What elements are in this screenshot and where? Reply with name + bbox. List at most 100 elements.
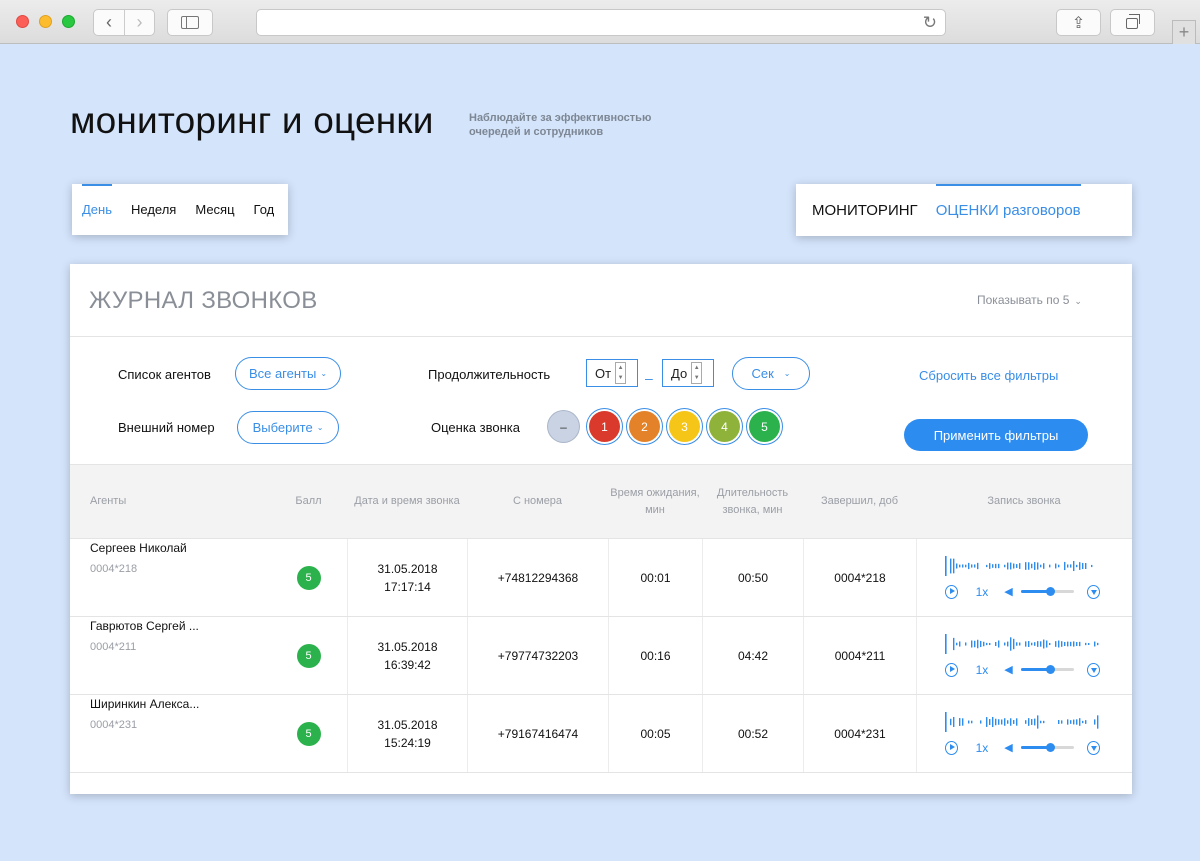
- address-bar[interactable]: ↻: [256, 9, 946, 36]
- filters-panel: Список агентов Все агенты ⌄ Продолжительн…: [70, 337, 1132, 464]
- period-switcher: День Неделя Месяц Год: [72, 184, 288, 235]
- download-icon[interactable]: [1087, 584, 1101, 599]
- external-number-value: Выберите: [252, 420, 313, 435]
- page-size-label: Показывать по 5: [977, 293, 1070, 307]
- external-number-select[interactable]: Выберите ⌄: [237, 411, 339, 444]
- agent-cell: Сергеев Николай 0004*218: [70, 539, 270, 616]
- share-button[interactable]: ⇪: [1056, 9, 1101, 36]
- play-icon[interactable]: [944, 662, 958, 677]
- column-call-duration[interactable]: Длительность звонка, мин: [702, 465, 803, 538]
- back-button[interactable]: ‹: [94, 10, 124, 35]
- duration-cell: 00:50: [702, 539, 803, 616]
- volume-icon[interactable]: ◀: [1004, 739, 1012, 757]
- duration-to-label: До: [671, 365, 688, 381]
- call-time: 15:24:19: [384, 735, 431, 750]
- duration-unit-select[interactable]: Сек ⌄: [732, 357, 810, 390]
- range-dash: –: [645, 370, 653, 386]
- column-datetime[interactable]: Дата и время звонка: [347, 465, 467, 538]
- table-body: Сергеев Николай 0004*218 5 31.05.2018 17:17:…: [70, 539, 1132, 794]
- datetime-cell: 31.05.2018 17:17:14: [347, 539, 467, 616]
- external-number-label: Внешний номер: [118, 420, 215, 435]
- play-icon[interactable]: [944, 584, 958, 599]
- ended-by-cell: 0004*218: [803, 539, 916, 616]
- rating-button-4[interactable]: 4: [709, 411, 740, 442]
- volume-icon[interactable]: ◀: [1004, 661, 1012, 679]
- duration-filter-label: Продолжительность: [428, 367, 551, 382]
- close-window-icon[interactable]: [16, 15, 29, 28]
- waveform-icon[interactable]: [944, 711, 1101, 733]
- agents-select[interactable]: Все агенты ⌄: [235, 357, 341, 390]
- minimize-window-icon[interactable]: [39, 15, 52, 28]
- score-cell: 5: [270, 695, 347, 772]
- download-icon[interactable]: [1087, 662, 1101, 677]
- share-icon: ⇪: [1071, 14, 1086, 32]
- volume-slider-knob[interactable]: [1046, 665, 1056, 674]
- waveform-icon[interactable]: [944, 555, 1101, 577]
- column-score[interactable]: Балл: [270, 465, 347, 538]
- column-ended-by[interactable]: Завершил, доб: [803, 465, 916, 538]
- ended-by-cell: 0004*211: [803, 617, 916, 694]
- column-wait-time[interactable]: Время ожидания, мин: [608, 465, 702, 538]
- volume-slider[interactable]: [1020, 587, 1075, 596]
- table-row: [70, 773, 1132, 794]
- page-size-dropdown[interactable]: Показывать по 5 ⌄: [977, 293, 1082, 307]
- from-number-cell: +79774732203: [467, 617, 608, 694]
- stepper-icon[interactable]: ▲ ▼: [615, 362, 627, 384]
- reload-icon[interactable]: ↻: [923, 13, 937, 33]
- table-row: Гаврютов Сергей ... 0004*211 5 31.05.2018 16…: [70, 617, 1132, 695]
- rating-button-1[interactable]: 1: [589, 411, 620, 442]
- duration-to-input[interactable]: До ▲ ▼: [662, 359, 714, 387]
- period-tab-1[interactable]: Неделя: [131, 184, 176, 235]
- rating-button-0[interactable]: –: [548, 411, 579, 442]
- rating-button-5[interactable]: 5: [749, 411, 780, 442]
- table-row: Ширинкин Алекса... 0004*231 5 31.05.2018 15:…: [70, 695, 1132, 773]
- period-tab-2[interactable]: Месяц: [195, 184, 234, 235]
- volume-slider[interactable]: [1020, 743, 1075, 752]
- maximize-window-icon[interactable]: [62, 15, 75, 28]
- audio-player: 1x ◀: [944, 711, 1105, 757]
- agent-name[interactable]: Сергеев Николай: [90, 539, 187, 557]
- new-tab-button[interactable]: +: [1172, 20, 1196, 44]
- sidebar-toggle-button[interactable]: [167, 9, 213, 36]
- table-header: Агенты Балл Дата и время звонка С номера…: [70, 464, 1132, 539]
- playback-speed-button[interactable]: 1x: [976, 739, 989, 757]
- browser-toolbar: ‹ › ↻ ⇪ +: [0, 0, 1200, 44]
- call-time: 17:17:14: [384, 579, 431, 594]
- agent-name[interactable]: Гаврютов Сергей ...: [90, 617, 199, 635]
- call-date: 31.05.2018: [377, 639, 438, 654]
- play-icon[interactable]: [944, 740, 958, 755]
- volume-slider-knob[interactable]: [1046, 587, 1056, 596]
- volume-slider-knob[interactable]: [1046, 743, 1056, 752]
- agent-name[interactable]: Ширинкин Алекса...: [90, 695, 199, 713]
- chevron-down-icon: ⌄: [320, 369, 328, 378]
- duration-unit-value: Сек: [751, 366, 774, 381]
- playback-speed-button[interactable]: 1x: [976, 661, 989, 679]
- tab-ratings[interactable]: ОЦЕНКИ разговоров: [935, 184, 1081, 236]
- tab-monitoring[interactable]: МОНИТОРИНГ: [812, 184, 918, 236]
- period-tab-3[interactable]: Год: [254, 184, 275, 235]
- column-from-number[interactable]: С номера: [467, 465, 608, 538]
- volume-icon[interactable]: ◀: [1004, 583, 1012, 601]
- sidebar-icon: [181, 16, 199, 29]
- waveform-icon[interactable]: [944, 633, 1101, 655]
- rating-button-3[interactable]: 3: [669, 411, 700, 442]
- score-badge: 5: [296, 643, 321, 668]
- tab-overview-button[interactable]: [1110, 9, 1155, 36]
- player-controls: 1x ◀: [944, 661, 1101, 679]
- rating-button-2[interactable]: 2: [629, 411, 660, 442]
- apply-filters-button[interactable]: Применить фильтры: [904, 419, 1088, 451]
- call-date: 31.05.2018: [377, 717, 438, 732]
- stepper-icon[interactable]: ▲ ▼: [691, 362, 703, 384]
- recording-cell: 1x ◀: [916, 539, 1132, 616]
- table-row: Сергеев Николай 0004*218 5 31.05.2018 17:17:…: [70, 539, 1132, 617]
- volume-slider[interactable]: [1020, 665, 1075, 674]
- period-tab-0[interactable]: День: [82, 184, 112, 235]
- playback-speed-button[interactable]: 1x: [976, 583, 989, 601]
- score-cell: 5: [270, 617, 347, 694]
- download-icon[interactable]: [1087, 740, 1101, 755]
- duration-from-input[interactable]: От ▲ ▼: [586, 359, 638, 387]
- reset-filters-link[interactable]: Сбросить все фильтры: [919, 368, 1058, 383]
- forward-button[interactable]: ›: [124, 10, 154, 35]
- column-agent[interactable]: Агенты: [70, 465, 270, 538]
- score-badge: 5: [296, 721, 321, 746]
